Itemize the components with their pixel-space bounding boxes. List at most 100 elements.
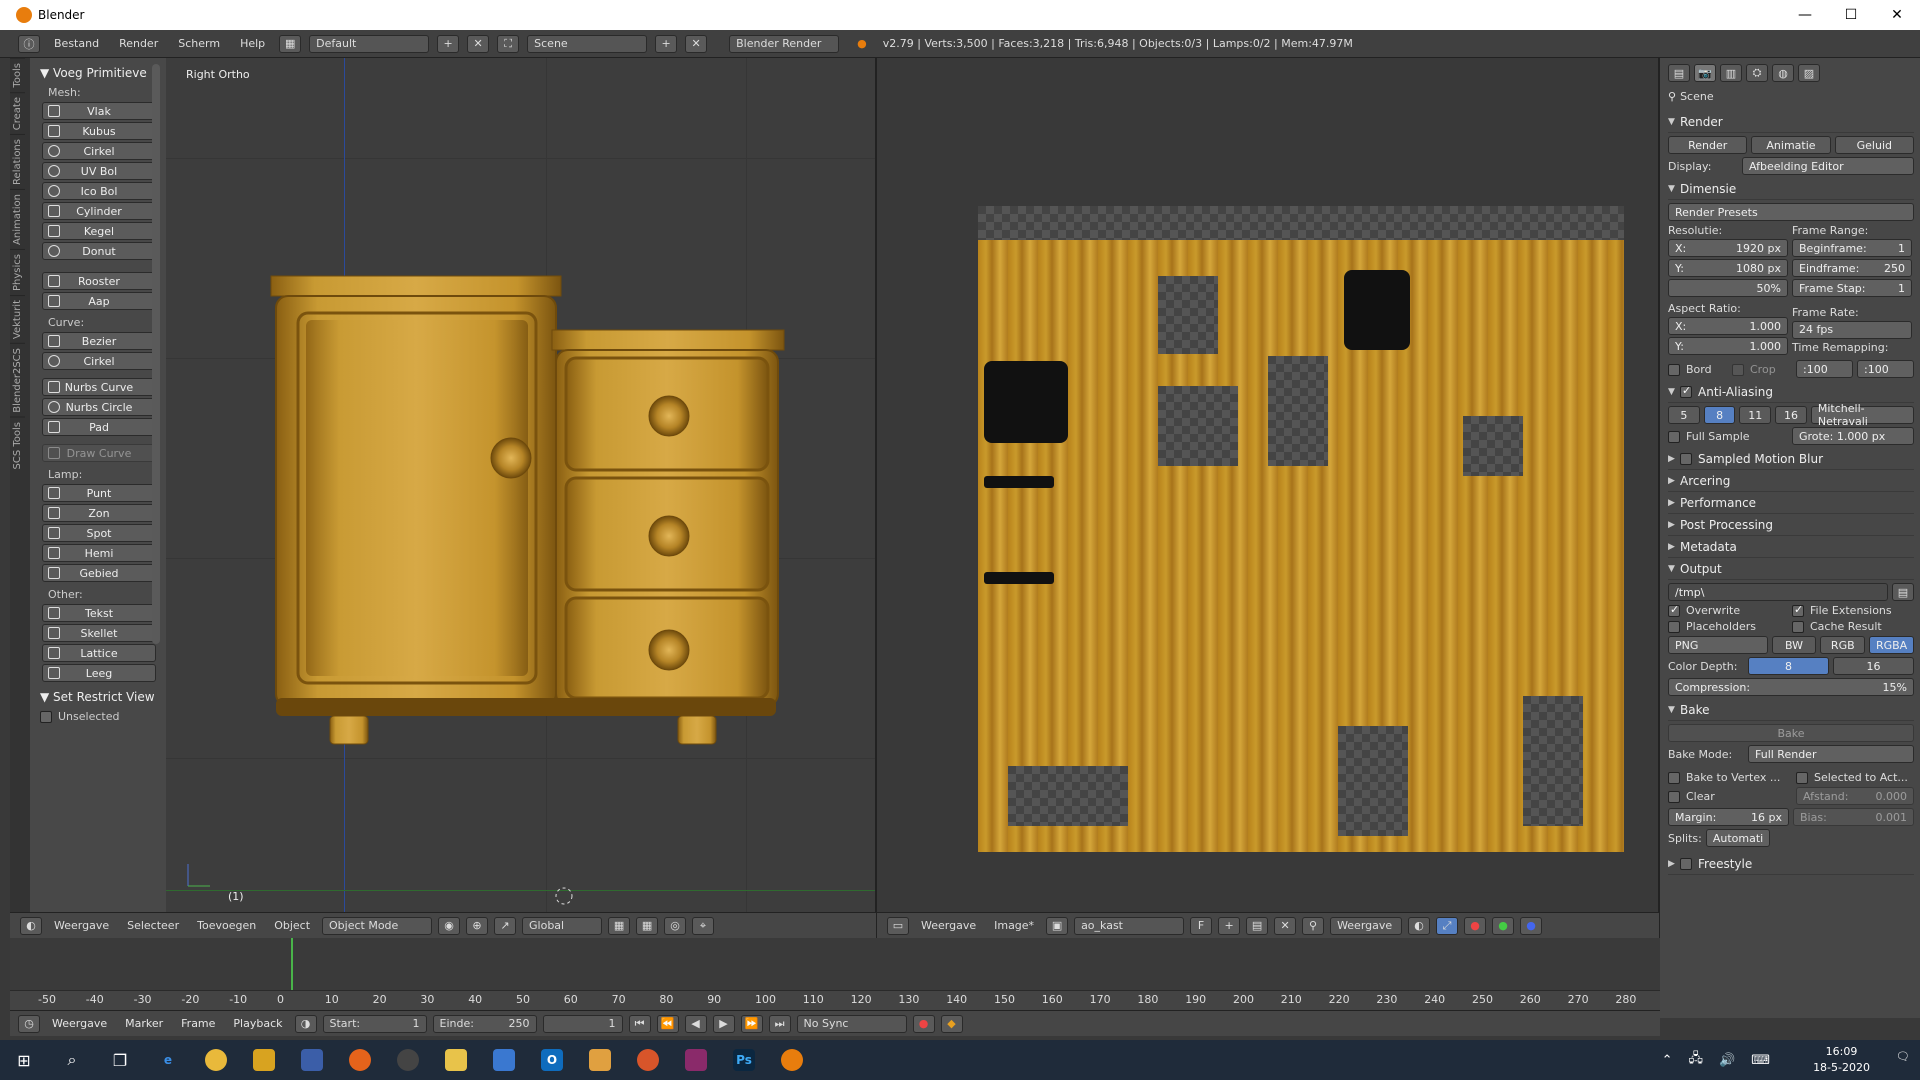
add-layout-icon[interactable]: +	[437, 34, 460, 53]
add-uv-sphere-button[interactable]: UV Bol	[42, 162, 156, 180]
panel-restrict-view[interactable]: ▼ Set Restrict View	[40, 690, 162, 704]
edge-icon[interactable]: e	[144, 1040, 192, 1080]
add-torus-button[interactable]: Donut	[42, 242, 156, 260]
open-image-icon[interactable]: ▤	[1246, 916, 1269, 935]
chrome-icon[interactable]	[192, 1040, 240, 1080]
play-reverse-icon[interactable]: ◀	[684, 1014, 707, 1033]
tab-blender2scs[interactable]: Blender2SCS	[10, 342, 25, 417]
file-extensions-checkbox[interactable]: File Extensions	[1792, 603, 1892, 617]
menu-window[interactable]: Scherm	[172, 37, 226, 50]
end-frame-prop[interactable]: Eindframe: 250	[1792, 259, 1912, 277]
tab-tools[interactable]: Tools	[10, 58, 25, 92]
timeline-menu-playback[interactable]: Playback	[227, 1017, 288, 1030]
task-view-icon[interactable]: ❐	[96, 1040, 144, 1080]
start-frame-prop[interactable]: Beginframe: 1	[1792, 239, 1912, 257]
draw-curve-button[interactable]: Draw Curve	[42, 444, 156, 462]
snap-icon[interactable]: ⌖	[692, 916, 715, 935]
bake-button[interactable]: Bake	[1668, 724, 1914, 742]
tab-relations[interactable]: Relations	[10, 133, 25, 189]
editor-type-icon[interactable]: ⓘ	[18, 34, 40, 53]
add-nurbs-circle-button[interactable]: Nurbs Circle	[42, 398, 156, 416]
properties-editor-type-icon[interactable]: ▤	[1668, 64, 1690, 82]
add-ico-sphere-button[interactable]: Ico Bol	[42, 182, 156, 200]
sync-selection-icon[interactable]: ⤢	[1436, 916, 1459, 935]
tab-scs-tools[interactable]: SCS Tools	[10, 416, 25, 474]
placeholders-checkbox[interactable]: Placeholders	[1668, 620, 1788, 633]
render-presets-select[interactable]: Render Presets	[1668, 203, 1914, 221]
scene-icon[interactable]: ⛶	[497, 34, 520, 53]
file-explorer-icon[interactable]	[432, 1040, 480, 1080]
resolution-x-field[interactable]: X: 1920 px	[1668, 239, 1788, 257]
pin-context-icon[interactable]: ⚲	[1668, 90, 1676, 103]
bake-margin-field[interactable]: Margin: 16 px	[1668, 808, 1789, 826]
timeline-editor[interactable]: -50 -40 -30 -20 -10 0 10 20 30 40 50 60 70 80 90 100 110…	[10, 938, 1660, 1010]
render-layers-tab-icon[interactable]: ▥	[1720, 64, 1742, 82]
aa-samples-11[interactable]: 11	[1739, 406, 1772, 424]
image-editor-type-icon[interactable]: ▭	[887, 916, 909, 935]
end-frame-field[interactable]: Einde: 250	[432, 1014, 537, 1033]
color-rgba-button[interactable]: RGBA	[1869, 636, 1914, 654]
aa-filter-select[interactable]: Mitchell-Netravali	[1810, 402, 1915, 428]
render-animation-button[interactable]: Animatie	[1751, 136, 1831, 154]
panel-anti-aliasing[interactable]: ▼Anti-Aliasing	[1668, 381, 1914, 403]
remove-scene-icon[interactable]: ✕	[685, 34, 708, 53]
panel-motion-blur[interactable]: ▶ Sampled Motion Blur	[1668, 448, 1914, 470]
add-point-lamp-button[interactable]: Punt	[42, 484, 156, 502]
object-mode-select[interactable]: Object Mode	[322, 916, 433, 935]
layout-select[interactable]: Default	[309, 34, 430, 53]
render-audio-button[interactable]: Geluid	[1834, 136, 1914, 154]
prev-keyframe-icon[interactable]: ⏪	[656, 1014, 679, 1033]
add-bezier-button[interactable]: Bezier	[42, 332, 156, 350]
keying-set-icon[interactable]: ◆	[940, 1014, 963, 1033]
timeline-menu-frame[interactable]: Frame	[175, 1017, 221, 1030]
layers-icon[interactable]: ▦	[608, 916, 631, 935]
add-hemi-lamp-button[interactable]: Hemi	[42, 544, 156, 562]
full-sample-checkbox[interactable]: Full Sample	[1668, 430, 1788, 443]
add-circle-button[interactable]: Cirkel	[42, 142, 156, 160]
winrar-icon[interactable]	[672, 1040, 720, 1080]
outlook-icon[interactable]: O	[528, 1040, 576, 1080]
image-name-field[interactable]: ao_kast	[1074, 916, 1185, 935]
panel-render[interactable]: ▼ Render	[1668, 111, 1914, 133]
panel-output[interactable]: ▼ Output	[1668, 558, 1914, 580]
timeline-ruler[interactable]: -50 -40 -30 -20 -10 0 10 20 30 40 50 60 70 80 90 100 110…	[10, 990, 1660, 1010]
remove-layout-icon[interactable]: ✕	[467, 34, 490, 53]
sync-mode-select[interactable]: No Sync	[796, 1014, 907, 1033]
add-cone-button[interactable]: Kegel	[42, 222, 156, 240]
menu-image-view[interactable]: Weergave	[915, 919, 982, 932]
firefox-icon[interactable]	[336, 1040, 384, 1080]
notifications-icon[interactable]: 🗨	[1896, 1050, 1910, 1063]
aa-samples-5[interactable]: 5	[1668, 406, 1700, 424]
range-icon[interactable]: ◑	[294, 1014, 317, 1033]
lock-app-icon[interactable]	[240, 1040, 288, 1080]
tab-create[interactable]: Create	[10, 91, 25, 134]
panel-metadata[interactable]: ▶ Metadata	[1668, 536, 1914, 558]
layout-grid-icon[interactable]: ▦	[279, 34, 302, 53]
remap-old-field[interactable]: :100	[1796, 360, 1853, 378]
selected-to-active-checkbox[interactable]: Selected to Act...	[1796, 771, 1908, 784]
red-channel-icon[interactable]: ●	[1464, 916, 1487, 935]
panel-post-processing[interactable]: ▶ Post Processing	[1668, 514, 1914, 536]
border-checkbox[interactable]: Bord	[1668, 363, 1728, 376]
render-still-button[interactable]: Render	[1668, 136, 1748, 154]
bake-bias-field[interactable]: Bias: 0.001	[1793, 808, 1914, 826]
add-monkey-button[interactable]: Aap	[42, 292, 156, 310]
store-icon[interactable]	[480, 1040, 528, 1080]
current-frame-field[interactable]: 1	[542, 1014, 623, 1033]
resolution-percentage-field[interactable]: 50%	[1668, 279, 1788, 297]
viewport-shading-icon[interactable]: ◉	[438, 916, 461, 935]
filter-size-field[interactable]: Grote: 1.000 px	[1792, 427, 1914, 445]
menu-add[interactable]: Toevoegen	[191, 919, 262, 932]
bake-mode-select[interactable]: Full Render	[1748, 745, 1914, 763]
image-browse-icon[interactable]: ▣	[1046, 916, 1069, 935]
add-sun-lamp-button[interactable]: Zon	[42, 504, 156, 522]
start-button[interactable]: ⊞	[0, 1040, 48, 1080]
object-tab-icon[interactable]: ▨	[1798, 64, 1820, 82]
color-depth-8[interactable]: 8	[1748, 657, 1829, 675]
panel-freestyle[interactable]: ▶ Freestyle	[1668, 853, 1914, 875]
menu-object[interactable]: Object	[268, 919, 316, 932]
timeline-menu-marker[interactable]: Marker	[119, 1017, 169, 1030]
maximize-button[interactable]: ☐	[1828, 0, 1874, 30]
aspect-x-field[interactable]: X: 1.000	[1668, 317, 1788, 335]
color-bw-button[interactable]: BW	[1771, 636, 1817, 654]
